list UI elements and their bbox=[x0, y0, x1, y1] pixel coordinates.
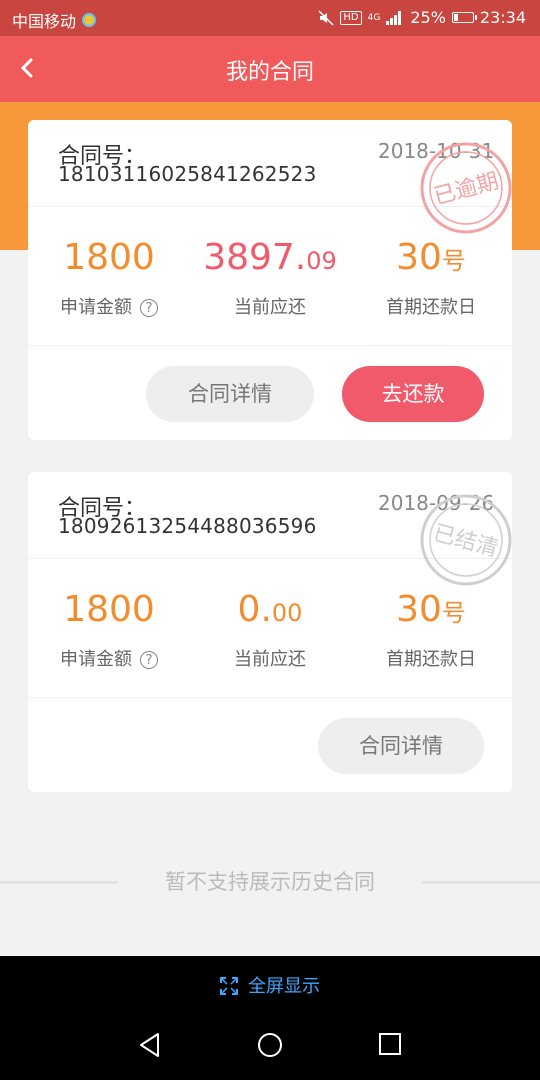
apply-amount-label-text: 申请金额 bbox=[60, 649, 132, 670]
fullscreen-label: 全屏显示 bbox=[248, 976, 320, 997]
app-notification-icon bbox=[82, 13, 97, 27]
current-due-main: 0. bbox=[237, 589, 272, 630]
network-type: 4G bbox=[367, 12, 381, 23]
battery-percent: 25% bbox=[410, 8, 446, 27]
system-bottom-bar: 全屏显示 bbox=[0, 956, 540, 1080]
pay-day-unit: 号 bbox=[441, 247, 466, 275]
apply-amount-label-text: 申请金额 bbox=[60, 297, 132, 318]
nav-home-icon[interactable] bbox=[257, 1032, 283, 1058]
help-icon[interactable]: ? bbox=[140, 651, 158, 669]
contract-actions: 合同详情 去还款 bbox=[28, 346, 512, 440]
history-note: 暂不支持展示历史合同 bbox=[0, 866, 540, 896]
contract-number: 180926132544880365​96 bbox=[58, 514, 317, 538]
first-pay-day-label: 首期还款日 bbox=[386, 297, 476, 318]
contract-number: 181031160258412625​23 bbox=[58, 162, 317, 186]
pay-day-unit: 号 bbox=[441, 599, 466, 627]
pay-day-number: 30 bbox=[396, 589, 442, 630]
history-note-text: 暂不支持展示历史合同 bbox=[165, 870, 375, 894]
first-pay-day-value: 30号 bbox=[351, 589, 511, 630]
stamp-text: 已逾期 bbox=[431, 169, 501, 210]
nav-recents-icon[interactable] bbox=[378, 1032, 402, 1056]
help-icon[interactable]: ? bbox=[140, 299, 158, 317]
first-pay-day-value: 30号 bbox=[351, 237, 511, 278]
contract-detail-button[interactable]: 合同详情 bbox=[318, 718, 484, 774]
contract-actions: 合同详情 bbox=[28, 698, 512, 792]
carrier-label: 中国移动 bbox=[12, 12, 77, 31]
fullscreen-button[interactable]: 全屏显示 bbox=[0, 972, 540, 998]
contract-card-header: 合同号： 181031160258412625​23 2018-10-31 已逾… bbox=[28, 120, 512, 234]
first-pay-day-label: 首期还款日 bbox=[386, 649, 476, 670]
contract-detail-button[interactable]: 合同详情 bbox=[146, 366, 314, 422]
signal-icon bbox=[386, 10, 404, 25]
clock: 23:34 bbox=[479, 8, 526, 27]
status-bar: 中国移动 HD 4G 25% 23:34 bbox=[0, 0, 540, 36]
pay-day-number: 30 bbox=[396, 237, 442, 278]
current-due-value: 3897.09 bbox=[190, 237, 350, 278]
hd-badge: HD bbox=[340, 10, 362, 25]
contract-card-header: 合同号： 180926132544880365​96 2018-09-26 已结… bbox=[28, 472, 512, 586]
current-due-label: 当前应还 bbox=[234, 297, 306, 318]
contract-stats: 1800 申请金额? 0.00 当前应还 30号 首期还款日 bbox=[28, 559, 512, 698]
apply-amount-value: 1800 bbox=[63, 589, 155, 630]
apply-amount-value: 1800 bbox=[63, 237, 155, 278]
battery-icon bbox=[451, 12, 477, 23]
apply-amount-label: 申请金额? bbox=[29, 293, 189, 319]
current-due-cents: 00 bbox=[271, 599, 303, 627]
contract-card: 合同号： 180926132544880365​96 2018-09-26 已结… bbox=[28, 472, 512, 792]
apply-amount-label: 申请金额? bbox=[29, 645, 189, 671]
page-title: 我的合同 bbox=[225, 60, 314, 85]
repay-button[interactable]: 去还款 bbox=[342, 366, 484, 422]
current-due-value: 0.00 bbox=[190, 589, 350, 630]
app-header: 我的合同 bbox=[0, 36, 540, 102]
contract-stats: 1800 申请金额? 3897.09 当前应还 30号 首期还款日 bbox=[28, 207, 512, 346]
current-due-cents: 09 bbox=[306, 247, 337, 275]
nav-back-icon[interactable] bbox=[138, 1032, 162, 1058]
current-due-main: 3897. bbox=[203, 237, 307, 278]
stamp-text: 已结清 bbox=[430, 521, 500, 562]
current-due-label: 当前应还 bbox=[234, 649, 306, 670]
mute-icon bbox=[318, 9, 334, 26]
expand-icon bbox=[220, 977, 238, 995]
contract-card: 合同号： 181031160258412625​23 2018-10-31 已逾… bbox=[28, 120, 512, 440]
